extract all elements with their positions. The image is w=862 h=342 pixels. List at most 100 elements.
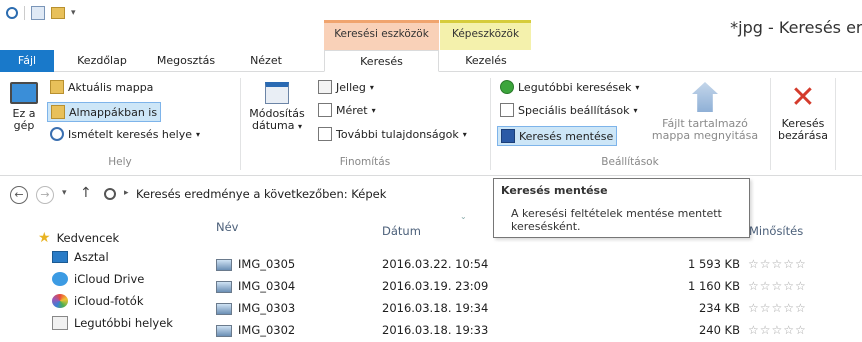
tooltip: Keresés mentése A keresési feltételek me… [493, 178, 750, 238]
search-icon [104, 188, 116, 200]
search-again-button[interactable]: Ismételt keresés helye ▾ [50, 127, 200, 141]
nav-favorites[interactable]: ★ Kedvencek [38, 230, 119, 246]
column-header-rating[interactable]: Minősítés [749, 224, 803, 238]
search-again-label: Ismételt keresés helye [68, 127, 192, 141]
recent-locations-icon[interactable]: ▾ [62, 188, 67, 198]
advanced-options-icon [500, 103, 514, 117]
file-name: IMG_0302 [238, 323, 296, 337]
star-icon: ★ [38, 230, 51, 246]
open-file-location-button[interactable]: Fájlt tartalmazó mappa megnyitása [650, 82, 760, 142]
all-subfolders-label: Almappákban is [69, 105, 158, 119]
size-button[interactable]: Méret ▾ [318, 103, 376, 117]
table-row[interactable]: IMG_0305 2016.03.22. 10:54 1 593 KB ☆☆☆☆… [0, 254, 862, 276]
close-icon: ✕ [790, 80, 816, 115]
current-folder-label: Aktuális mappa [68, 80, 154, 94]
group-label-beallitasok: Beállítások [601, 156, 659, 168]
breadcrumb-chevron-icon: ▸ [124, 188, 129, 198]
ribbon-tabs: Fájl Kezdőlap Megosztás Nézet Keresés Ke… [0, 50, 862, 72]
close-search-button[interactable]: ✕ Keresés bezárása [774, 82, 832, 142]
file-date: 2016.03.22. 10:54 [382, 257, 489, 271]
group-label-finomitas: Finomítás [339, 156, 391, 168]
back-icon[interactable]: ← [10, 186, 28, 204]
recent-searches-button[interactable]: Legutóbbi keresések ▾ [500, 80, 639, 94]
advanced-options-label: Speciális beállítások [518, 103, 630, 117]
file-size: 1 593 KB [687, 257, 740, 271]
group-separator [835, 78, 836, 170]
chevron-down-icon: ▾ [633, 105, 638, 115]
chevron-down-icon: ▾ [462, 129, 467, 139]
file-name: IMG_0305 [238, 257, 296, 271]
properties-icon [318, 127, 332, 141]
table-row[interactable]: IMG_0302 2016.03.18. 19:33 240 KB ☆☆☆☆☆ [0, 320, 862, 342]
tooltip-title: Keresés mentése [501, 184, 608, 197]
tab-manage[interactable]: Kezelés [446, 50, 526, 72]
group-label-hely: Hely [108, 156, 132, 168]
open-location-icon [692, 82, 718, 112]
tab-home[interactable]: Kezdőlap [66, 50, 138, 72]
nav-favorites-label: Kedvencek [56, 231, 120, 245]
address-path[interactable]: Keresés eredménye a következőben: Képek [136, 187, 386, 201]
tab-file[interactable]: Fájl [0, 50, 54, 72]
up-icon[interactable]: ↑ [80, 185, 92, 201]
this-pc-button[interactable]: Ez a gép [4, 82, 44, 132]
table-row[interactable]: IMG_0304 2016.03.19. 23:09 1 160 KB ☆☆☆☆… [0, 276, 862, 298]
image-file-icon [216, 303, 232, 315]
tab-share[interactable]: Megosztás [146, 50, 226, 72]
other-props-label: További tulajdonságok [336, 127, 459, 141]
forward-icon[interactable]: → [36, 186, 54, 204]
date-modified-button[interactable]: Módosítás dátuma ▾ [246, 82, 308, 133]
file-name: IMG_0303 [238, 301, 296, 315]
table-row[interactable]: IMG_0303 2016.03.18. 19:34 234 KB ☆☆☆☆☆ [0, 298, 862, 320]
current-folder-button[interactable]: Aktuális mappa [50, 80, 153, 94]
context-search-label: Keresési eszközök [334, 28, 429, 40]
folder-icon [50, 80, 64, 94]
qat-dropdown-icon[interactable]: ▾ [71, 8, 76, 18]
chevron-down-icon: ▾ [196, 129, 201, 139]
calendar-icon [265, 82, 289, 104]
close-search-label-2: bezárása [778, 129, 828, 142]
quick-access-toolbar: ▾ [6, 6, 76, 20]
file-size: 240 KB [698, 323, 740, 337]
chevron-down-icon: ▾ [297, 122, 302, 131]
save-search-label: Keresés mentése [519, 129, 614, 143]
rating-stars[interactable]: ☆☆☆☆☆ [748, 301, 807, 315]
save-search-button[interactable]: Keresés mentése [497, 126, 618, 146]
this-pc-label-2: gép [13, 119, 35, 132]
other-props-button[interactable]: További tulajdonságok ▾ [318, 127, 467, 141]
column-header-name[interactable]: Név [216, 220, 238, 234]
file-date: 2016.03.18. 19:34 [382, 301, 489, 315]
kind-label: Jelleg [336, 80, 366, 94]
file-name: IMG_0304 [238, 279, 296, 293]
all-subfolders-button[interactable]: Almappákban is [47, 102, 162, 122]
size-icon [318, 103, 332, 117]
file-date: 2016.03.18. 19:33 [382, 323, 489, 337]
image-file-icon [216, 259, 232, 271]
sort-indicator-icon: ⌄ [460, 212, 467, 221]
chevron-down-icon: ▾ [635, 82, 640, 92]
kind-button[interactable]: Jelleg ▾ [318, 80, 374, 94]
recent-searches-icon [500, 80, 514, 94]
group-separator [770, 78, 771, 170]
save-icon [501, 129, 515, 143]
rating-stars[interactable]: ☆☆☆☆☆ [748, 257, 807, 271]
advanced-options-button[interactable]: Speciális beállítások ▾ [500, 103, 637, 117]
ribbon: Ez a gép Aktuális mappa Almappákban is I… [0, 72, 862, 176]
file-size: 234 KB [698, 301, 740, 315]
properties-icon[interactable] [31, 6, 45, 20]
new-folder-icon[interactable] [51, 7, 65, 19]
search-icon[interactable] [6, 7, 18, 19]
window-title: *jpg - Keresés ere [730, 18, 862, 37]
recent-searches-label: Legutóbbi keresések [518, 80, 632, 94]
context-image-label: Képeszközök [451, 28, 520, 40]
open-location-label-2: mappa megnyitása [651, 129, 759, 142]
column-header-date[interactable]: Dátum [382, 224, 421, 238]
chevron-down-icon: ▾ [369, 82, 374, 92]
rating-stars[interactable]: ☆☆☆☆☆ [748, 279, 807, 293]
file-date: 2016.03.19. 23:09 [382, 279, 489, 293]
tab-search[interactable]: Keresés [324, 50, 439, 72]
subfolders-icon [51, 105, 65, 119]
separator [24, 6, 25, 20]
chevron-down-icon: ▾ [371, 105, 376, 115]
tab-view[interactable]: Nézet [240, 50, 292, 72]
rating-stars[interactable]: ☆☆☆☆☆ [748, 323, 807, 337]
